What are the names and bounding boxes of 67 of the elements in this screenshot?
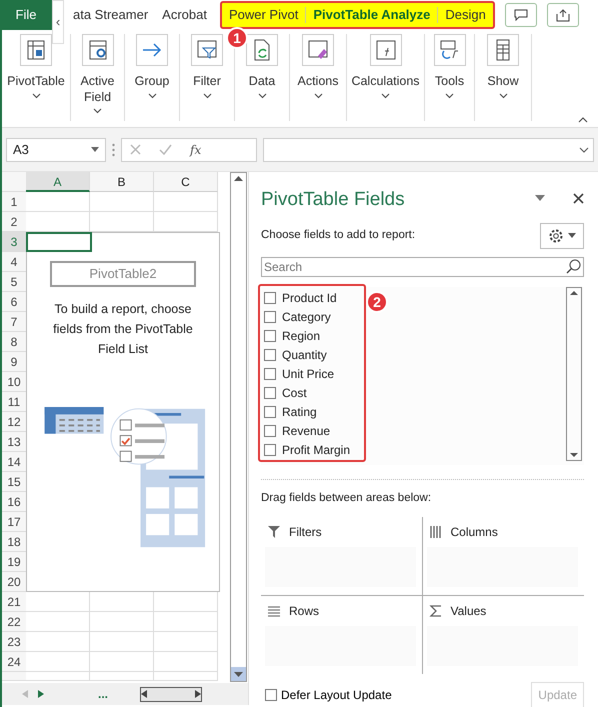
row-header[interactable]: 21 (2, 592, 26, 612)
row-header[interactable]: 18 (2, 532, 26, 552)
row-header[interactable]: 5 (2, 272, 26, 292)
row-header[interactable]: 6 (2, 292, 26, 312)
row-header[interactable]: 15 (2, 472, 26, 492)
row-header[interactable]: 1 (2, 192, 26, 212)
row-header[interactable]: 22 (2, 612, 26, 632)
pane-title: PivotTable Fields (261, 188, 405, 212)
field-item[interactable]: Category (262, 308, 364, 326)
fx-ribbon-button[interactable]: Calculations (351, 34, 420, 99)
column-header[interactable]: C (154, 172, 218, 192)
row-header[interactable]: 10 (2, 372, 26, 392)
ribbon-tab[interactable]: Design (438, 3, 493, 27)
file-tab[interactable]: File (0, 0, 52, 30)
row-header[interactable]: 2 (2, 212, 26, 232)
tools-ribbon-button[interactable]: Tools (434, 34, 466, 99)
row-header[interactable]: 23 (2, 632, 26, 652)
eraser-ribbon-button[interactable]: Actions (298, 34, 338, 99)
field-item[interactable]: Cost (262, 384, 364, 402)
placeholder-message: To build a report, choose fields from the PivotTable Field List (52, 300, 194, 358)
insert-function-button[interactable]: fx (190, 140, 202, 158)
field-item[interactable]: Rating (262, 402, 364, 422)
area-label: Values (450, 602, 486, 620)
area-label: Rows (289, 602, 320, 620)
row-header[interactable]: 9 (2, 352, 26, 372)
row-header[interactable]: 24 (2, 652, 26, 672)
row-header[interactable]: 11 (2, 392, 26, 412)
row-header[interactable]: 13 (2, 432, 26, 452)
area-label: Filters (289, 524, 322, 541)
defer-layout-checkbox[interactable]: Defer Layout Update (265, 686, 392, 704)
name-box[interactable]: A3 (6, 138, 106, 162)
row-header[interactable]: 16 (2, 492, 26, 512)
field-ribbon-button[interactable]: Active Field (71, 34, 124, 114)
cell-reference: A3 (13, 140, 29, 159)
field-item[interactable]: Product Id (262, 288, 364, 308)
row-header[interactable]: 20 (2, 572, 26, 592)
list-ribbon-button[interactable]: Show (487, 34, 519, 99)
field-item[interactable]: Quantity (262, 346, 364, 364)
field-item[interactable]: Unit Price (262, 364, 364, 384)
row-header[interactable]: 12 (2, 412, 26, 432)
ribbon-tab[interactable]: ata Streamer (66, 0, 156, 30)
scroll-tabs-button[interactable]: ‹ (52, 0, 64, 44)
column-header[interactable]: B (90, 172, 154, 192)
field-item[interactable]: Profit Margin (262, 440, 364, 460)
row-header[interactable]: 3 (2, 232, 26, 252)
row-header[interactable]: 14 (2, 452, 26, 472)
more-sheets-button[interactable]: ... (98, 685, 108, 703)
refresh-ribbon-button[interactable]: Data (246, 34, 278, 99)
column-header[interactable]: A (26, 172, 90, 192)
field-item[interactable]: Region (262, 326, 364, 346)
row-header[interactable]: 4 (2, 252, 26, 272)
row-header[interactable]: 19 (2, 552, 26, 572)
ribbon-tab[interactable]: Acrobat (155, 0, 214, 30)
search-field[interactable]: Search (261, 256, 584, 276)
field-item[interactable]: Revenue (262, 422, 364, 440)
area-label: Columns (450, 524, 498, 541)
pane-subtitle: Choose fields to add to report: (261, 228, 416, 243)
callout-badge: 1 (226, 27, 248, 49)
areas-hint: Drag fields between areas below: (261, 492, 432, 504)
filter-ribbon-button[interactable]: Filter (191, 34, 223, 99)
arrow-ribbon-button[interactable]: Group (134, 34, 170, 99)
ribbon-tab[interactable]: Power Pivot (222, 3, 306, 27)
pivot-name: PivotTable2 (50, 261, 196, 286)
row-header[interactable]: 7 (2, 312, 26, 332)
ribbon-tab[interactable]: PivotTable Analyze (306, 3, 438, 27)
row-header[interactable]: 17 (2, 512, 26, 532)
row-header[interactable]: 8 (2, 332, 26, 352)
